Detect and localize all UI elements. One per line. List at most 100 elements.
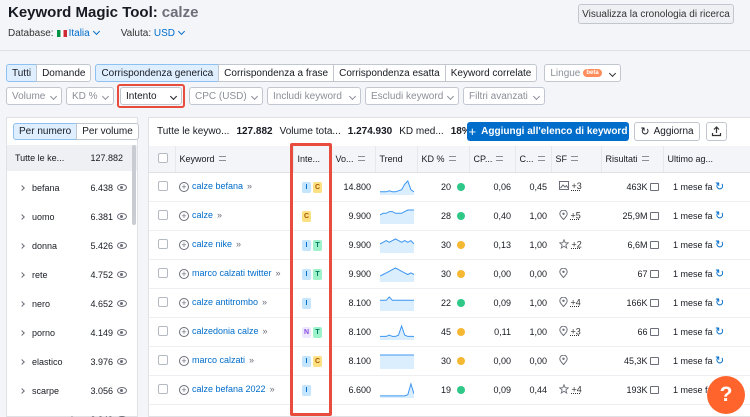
sidebar-group-item[interactable]: rete 4.752 bbox=[7, 260, 137, 289]
col-kd[interactable]: KD % bbox=[417, 146, 470, 173]
serp-icon[interactable] bbox=[650, 327, 659, 336]
serp-icon[interactable] bbox=[650, 211, 659, 220]
col-updated[interactable]: Ultimo ag... bbox=[663, 146, 750, 173]
sidebar-group-item[interactable]: scarpe 3.056 bbox=[7, 376, 137, 405]
exclude-filter[interactable]: Escludi keyword bbox=[365, 87, 459, 105]
currency-selector[interactable]: Valuta: USD bbox=[121, 27, 186, 39]
double-chevron-icon[interactable]: » bbox=[263, 326, 268, 336]
refresh-button[interactable]: ↻ Aggiorna bbox=[634, 122, 700, 141]
double-chevron-icon[interactable]: » bbox=[249, 355, 254, 365]
add-plus-icon[interactable]: + bbox=[179, 182, 189, 192]
volume-filter[interactable]: Volume bbox=[6, 87, 62, 105]
location-icon[interactable] bbox=[559, 354, 568, 367]
add-plus-icon[interactable]: + bbox=[179, 298, 189, 308]
eye-icon[interactable] bbox=[117, 358, 127, 365]
intent-filter[interactable]: Intento bbox=[120, 87, 182, 105]
row-checkbox[interactable] bbox=[158, 383, 168, 394]
sidebar-scrollbar[interactable] bbox=[132, 145, 136, 225]
col-results[interactable]: Risultati bbox=[601, 146, 664, 173]
sidebar-group-item[interactable]: nero 4.652 bbox=[7, 289, 137, 318]
tab-all[interactable]: Tutti bbox=[6, 64, 38, 82]
image-icon[interactable] bbox=[559, 181, 569, 192]
add-plus-icon[interactable]: + bbox=[179, 327, 189, 337]
kd-filter[interactable]: KD % bbox=[66, 87, 114, 105]
eye-icon[interactable] bbox=[117, 271, 127, 278]
database-selector[interactable]: Database: Italia bbox=[8, 27, 100, 39]
row-checkbox[interactable] bbox=[158, 180, 168, 191]
eye-icon[interactable] bbox=[117, 213, 127, 220]
include-filter[interactable]: Includi keyword bbox=[267, 87, 361, 105]
col-cpc[interactable]: CP... bbox=[469, 146, 516, 173]
sf-more[interactable]: +4 bbox=[571, 297, 581, 307]
sidebar-group-item[interactable]: donna 5.426 bbox=[7, 231, 137, 260]
location-icon[interactable] bbox=[559, 296, 568, 309]
serp-icon[interactable] bbox=[650, 182, 659, 191]
sidebar-group-item[interactable]: porno 4.149 bbox=[7, 318, 137, 347]
serp-icon[interactable] bbox=[650, 356, 659, 365]
sidebar-group-item[interactable]: elastico 3.976 bbox=[7, 347, 137, 376]
refresh-icon[interactable]: ↻ bbox=[715, 181, 724, 193]
eye-icon[interactable] bbox=[117, 329, 127, 336]
keyword-link[interactable]: calze befana 2022 bbox=[192, 384, 266, 394]
refresh-icon[interactable]: ↻ bbox=[715, 355, 724, 367]
location-icon[interactable] bbox=[559, 325, 568, 338]
keyword-link[interactable]: calze befana bbox=[192, 181, 243, 191]
keyword-link[interactable]: calzedonia calze bbox=[192, 326, 259, 336]
double-chevron-icon[interactable]: » bbox=[276, 268, 281, 278]
sf-more[interactable]: +3 bbox=[572, 181, 582, 191]
refresh-icon[interactable]: ↻ bbox=[715, 210, 724, 222]
row-checkbox[interactable] bbox=[158, 296, 168, 307]
star-icon[interactable] bbox=[558, 238, 570, 251]
sidebar-group-item[interactable]: uomo 6.381 bbox=[7, 202, 137, 231]
location-icon[interactable] bbox=[559, 209, 568, 222]
keyword-link[interactable]: marco calzati twitter bbox=[192, 268, 272, 278]
add-plus-icon[interactable]: + bbox=[179, 269, 189, 279]
refresh-icon[interactable]: ↻ bbox=[715, 268, 724, 280]
serp-icon[interactable] bbox=[650, 385, 659, 394]
refresh-icon[interactable]: ↻ bbox=[715, 297, 724, 309]
keyword-link[interactable]: calze bbox=[192, 210, 213, 220]
row-checkbox[interactable] bbox=[158, 354, 168, 365]
double-chevron-icon[interactable]: » bbox=[262, 297, 267, 307]
double-chevron-icon[interactable]: » bbox=[247, 181, 252, 191]
sort-by-volume[interactable]: Per volume bbox=[76, 123, 139, 140]
advanced-filter[interactable]: Filtri avanzati bbox=[463, 87, 545, 105]
star-icon[interactable] bbox=[558, 383, 570, 396]
export-button[interactable] bbox=[706, 122, 727, 141]
sidebar-group-item[interactable]: compressi...2.349 bbox=[7, 405, 137, 417]
tab-phrase-match[interactable]: Corrispondenza a frase bbox=[218, 64, 335, 82]
double-chevron-icon[interactable]: » bbox=[270, 384, 275, 394]
row-checkbox[interactable] bbox=[158, 238, 168, 249]
keyword-link[interactable]: calze antitrombo bbox=[192, 297, 258, 307]
sf-more[interactable]: +5 bbox=[571, 210, 581, 220]
history-button[interactable]: Visualizza la cronologia di ricerca bbox=[578, 4, 734, 24]
row-checkbox[interactable] bbox=[158, 267, 168, 278]
add-plus-icon[interactable]: + bbox=[179, 211, 189, 221]
tab-related[interactable]: Keyword correlate bbox=[444, 64, 538, 82]
cpc-filter[interactable]: CPC (USD) bbox=[189, 87, 263, 105]
keyword-link[interactable]: calze nike bbox=[192, 239, 232, 249]
tab-questions[interactable]: Domande bbox=[36, 64, 92, 82]
col-keyword[interactable]: Keyword bbox=[175, 146, 294, 173]
double-chevron-icon[interactable]: » bbox=[217, 210, 222, 220]
tab-exact-match[interactable]: Corrispondenza esatta bbox=[333, 64, 446, 82]
serp-icon[interactable] bbox=[650, 240, 659, 249]
refresh-icon[interactable]: ↻ bbox=[715, 326, 724, 338]
eye-icon[interactable] bbox=[117, 184, 127, 191]
help-button[interactable]: ? bbox=[707, 376, 745, 414]
select-all-checkbox[interactable] bbox=[158, 152, 168, 163]
serp-icon[interactable] bbox=[650, 298, 659, 307]
sort-by-number[interactable]: Per numero bbox=[13, 123, 78, 140]
eye-icon[interactable] bbox=[117, 300, 127, 307]
languages-dropdown[interactable]: Lingue beta bbox=[544, 64, 621, 82]
col-competition[interactable]: C... bbox=[515, 146, 552, 173]
sf-more[interactable]: +2 bbox=[572, 239, 582, 249]
add-plus-icon[interactable]: + bbox=[179, 356, 189, 366]
eye-icon[interactable] bbox=[117, 242, 127, 249]
add-plus-icon[interactable]: + bbox=[179, 385, 189, 395]
refresh-icon[interactable]: ↻ bbox=[715, 239, 724, 251]
double-chevron-icon[interactable]: » bbox=[236, 239, 241, 249]
add-plus-icon[interactable]: + bbox=[179, 240, 189, 250]
eye-icon[interactable] bbox=[117, 387, 127, 394]
keyword-link[interactable]: marco calzati bbox=[192, 355, 245, 365]
